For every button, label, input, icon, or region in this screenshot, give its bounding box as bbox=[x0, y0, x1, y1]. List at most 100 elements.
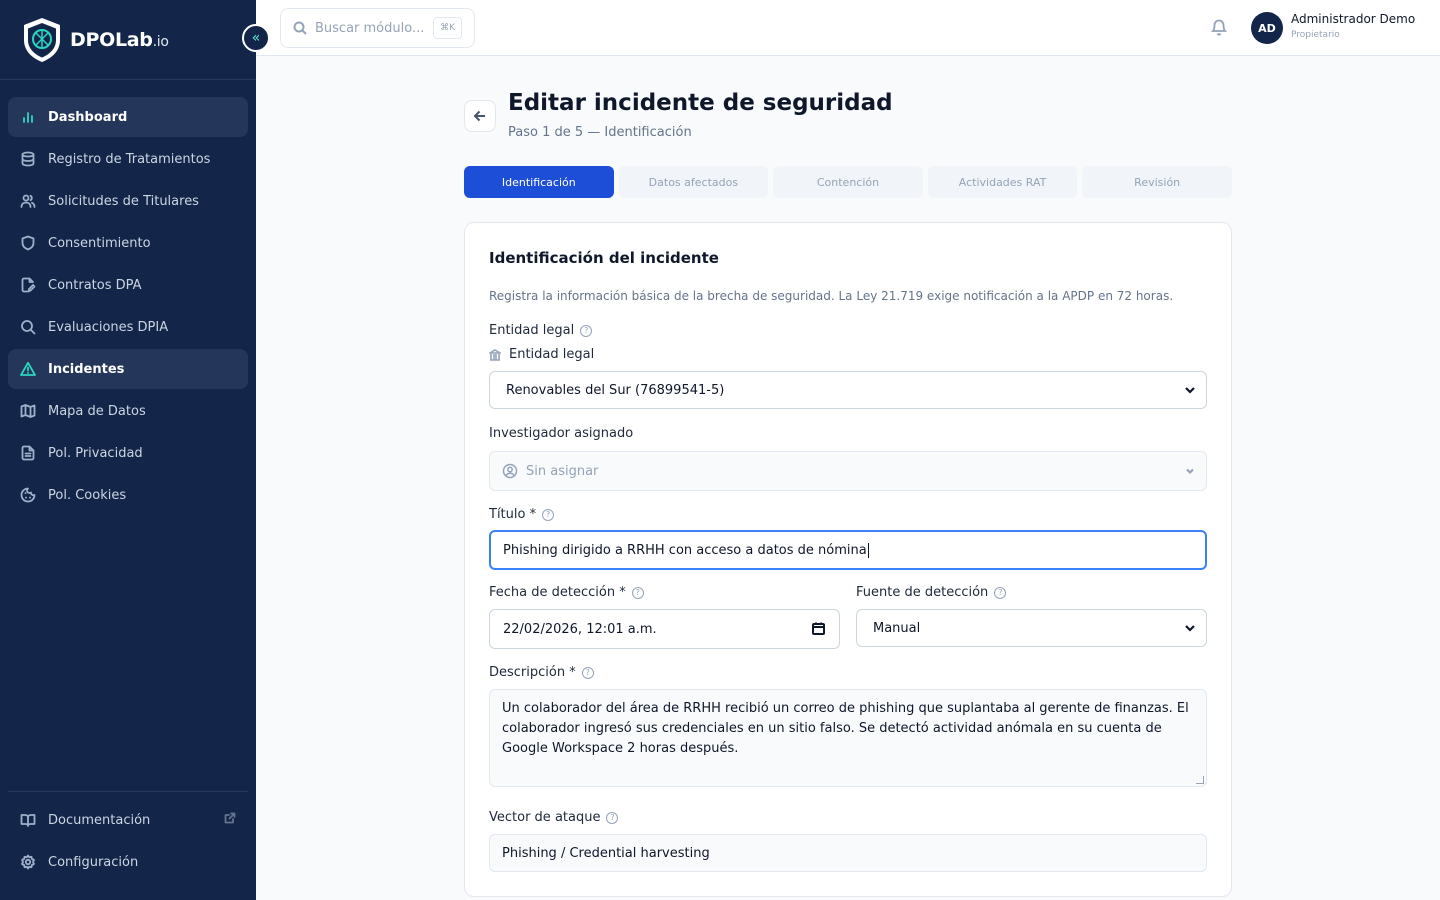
sidebar-item-label: Documentación bbox=[48, 812, 151, 828]
source-select[interactable]: Manual bbox=[856, 609, 1207, 647]
chevron-down-icon bbox=[1184, 622, 1196, 638]
sidebar-item-documentacion[interactable]: Documentación bbox=[8, 800, 248, 840]
alert-triangle-icon bbox=[20, 361, 36, 377]
tab-datos-afectados[interactable]: Datos afectados bbox=[618, 166, 769, 198]
page-header: Editar incidente de seguridad Paso 1 de … bbox=[464, 56, 1232, 166]
sidebar-bottom: Documentación Configuración bbox=[8, 791, 248, 884]
back-button[interactable] bbox=[464, 100, 496, 132]
description-value: Un colaborador del área de RRHH recibió … bbox=[502, 701, 1189, 756]
search-input[interactable]: Buscar módulo... ⌘K bbox=[280, 8, 475, 48]
sidebar-item-label: Configuración bbox=[48, 854, 139, 870]
form-title: Identificación del incidente bbox=[489, 249, 719, 267]
sidebar-item-pol-cookies[interactable]: Pol. Cookies bbox=[8, 475, 248, 515]
brand: DPOLab.io « bbox=[0, 0, 270, 80]
step-tabs: Identificación Datos afectados Contenció… bbox=[464, 166, 1232, 198]
date-input[interactable]: 22/02/2026, 12:01 a.m. bbox=[489, 609, 840, 649]
file-text-icon bbox=[20, 445, 36, 461]
entity-value: Renovables del Sur (76899541-5) bbox=[506, 382, 725, 398]
sidebar-item-label: Registro de Tratamientos bbox=[48, 151, 211, 167]
help-icon[interactable]: ? bbox=[580, 324, 593, 337]
sidebar-item-mapa-datos[interactable]: Mapa de Datos bbox=[8, 391, 248, 431]
tab-contencion[interactable]: Contención bbox=[773, 166, 923, 198]
page-title: Editar incidente de seguridad bbox=[508, 90, 893, 116]
topbar: Buscar módulo... ⌘K AD Administrador Dem… bbox=[256, 0, 1440, 56]
brand-name: DPOLab.io bbox=[70, 28, 169, 51]
book-icon bbox=[20, 812, 36, 828]
sidebar-item-dashboard[interactable]: Dashboard bbox=[8, 97, 248, 137]
search-placeholder: Buscar módulo... bbox=[315, 20, 425, 36]
help-icon[interactable]: ? bbox=[606, 811, 619, 824]
vector-input[interactable]: Phishing / Credential harvesting bbox=[489, 834, 1207, 872]
date-label-text: Fecha de detección * bbox=[489, 585, 626, 600]
sidebar-item-label: Dashboard bbox=[48, 109, 128, 125]
vector-value: Phishing / Credential harvesting bbox=[502, 845, 710, 861]
sidebar-item-label: Contratos DPA bbox=[48, 277, 142, 293]
sidebar-item-registro-tratamientos[interactable]: Registro de Tratamientos bbox=[8, 139, 248, 179]
chevron-down-icon bbox=[1184, 465, 1196, 481]
help-icon[interactable]: ? bbox=[542, 508, 555, 521]
entity-label-text: Entidad legal bbox=[489, 323, 575, 338]
shortcut-badge: ⌘K bbox=[433, 17, 462, 39]
investigator-label: Investigador asignado bbox=[489, 426, 634, 441]
avatar[interactable]: AD bbox=[1251, 12, 1283, 44]
sidebar: DPOLab.io « Dashboard Registro de Tratam… bbox=[0, 0, 270, 900]
external-link-icon bbox=[224, 812, 236, 828]
investigator-select[interactable]: Sin asignar bbox=[489, 451, 1207, 491]
description-label: Descripción * ? bbox=[489, 665, 594, 680]
title-input[interactable]: Phishing dirigido a RRHH con acceso a da… bbox=[489, 530, 1207, 570]
form-description: Registra la información básica de la bre… bbox=[489, 289, 1174, 303]
description-textarea[interactable]: Un colaborador del área de RRHH recibió … bbox=[489, 689, 1207, 787]
help-icon[interactable]: ? bbox=[631, 586, 644, 599]
arrow-left-icon bbox=[473, 110, 485, 122]
calendar-icon[interactable] bbox=[812, 622, 825, 639]
database-icon bbox=[20, 151, 36, 167]
sidebar-item-label: Evaluaciones DPIA bbox=[48, 319, 169, 335]
form-card: Identificación del incidente Registra la… bbox=[464, 222, 1232, 897]
user-circle-icon bbox=[502, 463, 518, 479]
chevron-down-icon bbox=[1184, 384, 1196, 400]
user-menu[interactable]: Administrador Demo Propietario bbox=[1291, 12, 1431, 40]
page-subtitle: Paso 1 de 5 — Identificación bbox=[508, 125, 692, 140]
user-name: Administrador Demo bbox=[1291, 12, 1416, 26]
file-edit-icon bbox=[20, 277, 36, 293]
sidebar-item-incidentes[interactable]: Incidentes bbox=[8, 349, 248, 389]
sidebar-nav: Dashboard Registro de Tratamientos Solic… bbox=[0, 80, 256, 515]
entity-sublabel: Entidad legal bbox=[489, 347, 594, 362]
sidebar-item-contratos-dpa[interactable]: Contratos DPA bbox=[8, 265, 248, 305]
tab-identificacion[interactable]: Identificación bbox=[464, 166, 614, 198]
sidebar-item-label: Pol. Privacidad bbox=[48, 445, 143, 461]
vector-label-text: Vector de ataque bbox=[489, 810, 601, 825]
sidebar-item-consentimiento[interactable]: Consentimiento bbox=[8, 223, 248, 263]
sidebar-item-configuracion[interactable]: Configuración bbox=[8, 842, 248, 882]
text-caret bbox=[867, 542, 869, 558]
collapse-sidebar-button[interactable]: « bbox=[242, 24, 270, 52]
shield-logo-icon bbox=[24, 17, 60, 62]
main-content: Editar incidente de seguridad Paso 1 de … bbox=[464, 56, 1232, 897]
resize-handle[interactable] bbox=[1196, 776, 1204, 784]
sidebar-item-pol-privacidad[interactable]: Pol. Privacidad bbox=[8, 433, 248, 473]
tab-revision[interactable]: Revisión bbox=[1082, 166, 1232, 198]
entity-select[interactable]: Renovables del Sur (76899541-5) bbox=[489, 371, 1207, 409]
sidebar-item-evaluaciones-dpia[interactable]: Evaluaciones DPIA bbox=[8, 307, 248, 347]
tab-actividades-rat[interactable]: Actividades RAT bbox=[927, 166, 1078, 198]
vector-label: Vector de ataque ? bbox=[489, 810, 619, 825]
description-label-text: Descripción * bbox=[489, 665, 576, 680]
investigator-value: Sin asignar bbox=[526, 463, 599, 479]
notifications-button[interactable] bbox=[1210, 18, 1228, 40]
cookie-icon bbox=[20, 487, 36, 503]
title-label-text: Título * bbox=[489, 507, 537, 522]
building-icon bbox=[489, 348, 501, 361]
source-value: Manual bbox=[873, 620, 921, 636]
source-label-text: Fuente de detección bbox=[856, 585, 989, 600]
sidebar-item-label: Solicitudes de Titulares bbox=[48, 193, 199, 209]
entity-sublabel-text: Entidad legal bbox=[509, 347, 595, 362]
bell-icon bbox=[1210, 19, 1228, 36]
shield-icon bbox=[20, 235, 36, 251]
sidebar-item-solicitudes-titulares[interactable]: Solicitudes de Titulares bbox=[8, 181, 248, 221]
help-icon[interactable]: ? bbox=[994, 586, 1007, 599]
sidebar-item-label: Consentimiento bbox=[48, 235, 151, 251]
users-icon bbox=[20, 193, 36, 209]
title-label: Título * ? bbox=[489, 507, 555, 522]
search-icon bbox=[20, 319, 36, 335]
help-icon[interactable]: ? bbox=[581, 666, 594, 679]
